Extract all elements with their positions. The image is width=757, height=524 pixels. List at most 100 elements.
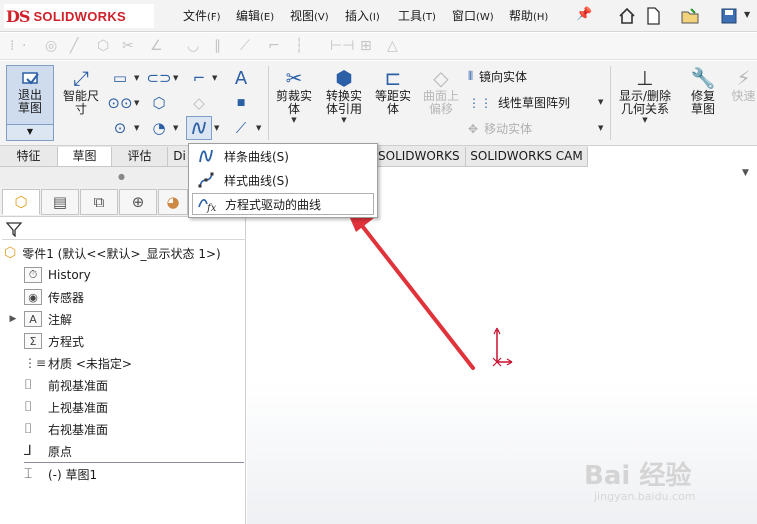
tree-item-sketch1[interactable]: ⌶ (-) 草图1 — [0, 464, 246, 484]
move-icon: ✥ — [468, 121, 479, 136]
rectangle-dropdown[interactable]: ▼ — [134, 74, 139, 82]
home-icon[interactable] — [616, 5, 638, 27]
repair-sketch-button[interactable]: 🔧 修复草图 — [680, 66, 726, 116]
property-manager-tab-icon[interactable]: ▤ — [41, 189, 79, 215]
menu-item-equation-driven-curve[interactable]: fx 方程式驱动的曲线 — [192, 193, 374, 215]
rectangle-icon[interactable]: ▭ — [107, 66, 133, 90]
spline-dropdown[interactable]: ▼ — [214, 124, 219, 132]
configuration-manager-tab-icon[interactable]: ⧉ — [80, 189, 118, 215]
tab-sketch[interactable]: 草图 — [58, 147, 112, 166]
circle-tool-icon[interactable]: ⊙ — [107, 116, 133, 140]
exit-sketch-icon — [22, 72, 39, 85]
expand-icon[interactable]: ▶ — [6, 314, 20, 324]
tree-item-front-plane[interactable]: ⌷ 前视基准面 — [0, 375, 246, 395]
offset-entities-label: 等距实体 — [374, 89, 411, 116]
slot-straight-dropdown[interactable]: ▼ — [134, 99, 139, 107]
tree-item-label: 右视基准面 — [48, 422, 109, 437]
tree-item-top-plane[interactable]: ⌷ 上视基准面 — [0, 397, 246, 417]
tree-item-equations[interactable]: Σ 方程式 — [0, 331, 246, 351]
arc-dropdown[interactable]: ▼ — [173, 124, 178, 132]
fillet-dropdown[interactable]: ▼ — [212, 74, 217, 82]
new-document-icon[interactable] — [642, 5, 664, 27]
menu-window[interactable]: 窗口(W) — [452, 7, 494, 24]
arc-tool-icon[interactable]: ◔ — [146, 116, 172, 140]
menu-help[interactable]: 帮助(H) — [509, 7, 548, 24]
tree-item-right-plane[interactable]: ⌷ 右视基准面 — [0, 419, 246, 439]
linear-pattern-button[interactable]: ⋮⋮ 线性草图阵列 — [468, 94, 570, 111]
pane-grip-dot: ● — [118, 172, 125, 181]
exit-sketch-label: 退出草图 — [17, 88, 42, 115]
line-tool-icon[interactable]: ⟋ — [228, 116, 254, 140]
tree-item-material[interactable]: ⋮≡ 材质 <未指定> — [0, 353, 246, 373]
rapid-sketch-label: 快速 — [731, 89, 756, 103]
menu-edit[interactable]: 编辑(E) — [236, 7, 274, 24]
linear-pattern-label: 线性草图阵列 — [498, 96, 571, 110]
point-icon: · — [22, 38, 27, 54]
fillet-icon[interactable]: ⌐ — [186, 66, 212, 90]
slot-dropdown[interactable]: ▼ — [173, 74, 178, 82]
equation-icon: Σ — [24, 333, 42, 349]
save-dropdown-caret[interactable]: ▼ — [744, 10, 750, 19]
baidu-watermark-url: jingyan.baidu.com — [594, 490, 696, 503]
trim-entities-button[interactable]: ✂ 剪裁实体 ▼ — [272, 66, 316, 124]
move-dropdown[interactable]: ▼ — [598, 124, 603, 132]
text-icon[interactable]: A — [228, 66, 254, 90]
menu-tools[interactable]: 工具(T) — [398, 7, 436, 24]
pattern-dropdown[interactable]: ▼ — [598, 98, 603, 106]
save-icon[interactable] — [718, 5, 740, 27]
offset-entities-button[interactable]: ⊏ 等距实体 — [370, 66, 416, 116]
slot-straight-icon[interactable]: ⊙⊙ — [107, 91, 133, 115]
pin-menu-icon[interactable]: 📌 — [576, 7, 592, 22]
menu-file[interactable]: 文件(F) — [183, 7, 221, 24]
filter-bar[interactable] — [2, 218, 246, 240]
dimxpert-manager-tab-icon[interactable]: ⊕ — [119, 189, 157, 215]
slot-icon[interactable]: ⊂⊃ — [146, 66, 172, 90]
line-dropdown[interactable]: ▼ — [256, 124, 261, 132]
grip-icon: ⁞ — [10, 38, 15, 54]
trim-icon: ✂ — [122, 38, 134, 54]
convert-entities-button[interactable]: ⬢ 转换实体引用 ▼ — [320, 66, 368, 124]
app-name: SOLIDWORKS — [33, 8, 126, 24]
tree-root-label: 零件1 (默认<<默认>_显示状态 1>) — [22, 246, 221, 261]
tab-mbd[interactable]: SOLIDWORKS MBD — [378, 147, 466, 166]
menu-item-spline[interactable]: 样条曲线(S) — [192, 145, 374, 167]
rollback-bar[interactable] — [24, 462, 244, 463]
trim-dropdown[interactable]: ▼ — [291, 116, 296, 124]
annotation-arrow — [344, 204, 475, 370]
tab-features[interactable]: 特征 — [0, 147, 58, 166]
exit-sketch-dropdown[interactable]: ▼ — [6, 125, 54, 141]
tree-item-history[interactable]: ⏱ History — [0, 265, 246, 285]
tab-evaluate[interactable]: 评估 — [112, 147, 168, 166]
point-tool-icon[interactable]: ■ — [228, 91, 254, 115]
trim-entities-label: 剪裁实体 — [275, 89, 312, 116]
relations-dropdown[interactable]: ▼ — [642, 116, 647, 124]
tab-cam[interactable]: SOLIDWORKS CAM — [466, 147, 588, 166]
baidu-watermark: Bai 经验 — [584, 461, 692, 491]
tree-item-sensors[interactable]: ◉ 传感器 — [0, 287, 246, 307]
menu-insert[interactable]: 插入(I) — [345, 7, 380, 24]
display-manager-tab-icon[interactable]: ◕ — [158, 189, 188, 215]
spline-tool-button[interactable] — [186, 116, 212, 140]
expand-heads-up-icon[interactable]: ▼ — [742, 168, 749, 178]
toolbar-separator — [610, 66, 611, 140]
solidworks-logo[interactable]: DS SOLIDWORKS — [4, 4, 154, 28]
offset-entities-icon: ⊏ — [384, 66, 402, 90]
display-delete-relations-button[interactable]: ⊥ 显示/删除几何关系 ▼ — [614, 66, 676, 124]
circle-icon: ◎ — [45, 38, 58, 54]
slash-icon: ⟋ — [240, 38, 250, 54]
plane-icon: ⌷ — [24, 421, 33, 437]
circle-dropdown[interactable]: ▼ — [134, 124, 139, 132]
exit-sketch-button[interactable]: 退出草图 — [6, 65, 54, 125]
smart-dimension-button[interactable]: ⤢ 智能尺寸 — [60, 66, 102, 116]
mirror-entities-button[interactable]: ⫴ 镜向实体 — [468, 68, 527, 85]
menu-item-style-spline[interactable]: 样式曲线(S) — [192, 169, 374, 191]
dimension-icon: ⊢⊣ — [330, 38, 355, 54]
polygon-tool-icon[interactable]: ⬡ — [146, 91, 172, 115]
tree-item-origin[interactable]: ⅃ 原点 — [0, 441, 246, 461]
convert-dropdown[interactable]: ▼ — [341, 116, 346, 124]
feature-manager-tab-icon[interactable]: ⬡ — [2, 189, 40, 215]
tree-item-annotations[interactable]: ▶ A 注解 — [0, 309, 246, 329]
tree-root-part[interactable]: ⬡ 零件1 (默认<<默认>_显示状态 1>) — [0, 243, 246, 263]
menu-view[interactable]: 视图(V) — [290, 7, 329, 24]
open-folder-icon[interactable] — [680, 5, 702, 27]
